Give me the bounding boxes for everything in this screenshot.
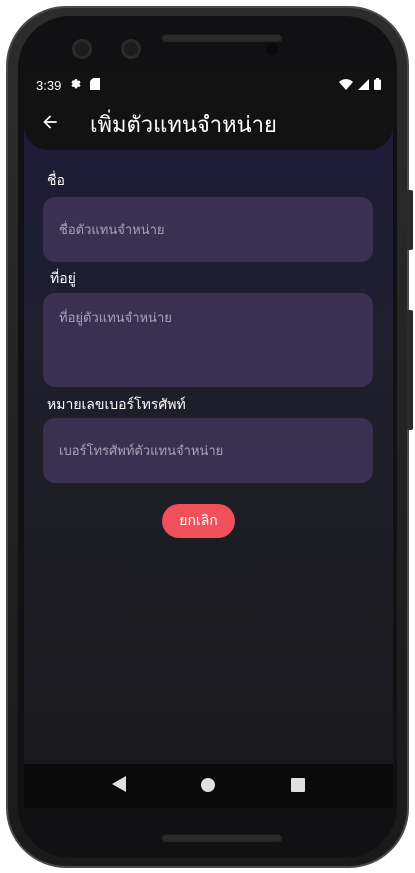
- battery-icon: [374, 77, 381, 93]
- front-camera: [72, 39, 92, 59]
- sd-card-icon: [90, 77, 101, 93]
- volume-button: [407, 310, 413, 430]
- wifi-icon: [339, 78, 353, 93]
- nav-back-button[interactable]: [99, 766, 139, 806]
- circle-home-icon: [201, 777, 216, 796]
- status-bar: 3:39: [24, 72, 393, 98]
- phone-field[interactable]: เบอร์โทรศัพท์ตัวแทนจำหน่าย: [43, 418, 373, 483]
- system-navigation-bar: [24, 764, 393, 808]
- earpiece-speaker: [161, 33, 283, 42]
- name-placeholder: ชื่อตัวแทนจำหน่าย: [59, 223, 165, 238]
- back-button[interactable]: [24, 98, 76, 150]
- gear-icon: [69, 77, 82, 93]
- address-placeholder: ที่อยู่ตัวแทนจำหน่าย: [59, 311, 172, 326]
- bottom-speaker: [161, 833, 283, 842]
- square-recents-icon: [291, 777, 306, 796]
- front-camera-secondary: [121, 39, 141, 59]
- power-button: [407, 190, 413, 250]
- proximity-sensor: [266, 43, 278, 55]
- cancel-button[interactable]: ยกเลิก: [162, 504, 235, 538]
- name-label: ชื่อ: [47, 173, 65, 189]
- address-field[interactable]: ที่อยู่ตัวแทนจำหน่าย: [43, 293, 373, 387]
- arrow-left-icon: [40, 112, 60, 136]
- nav-home-button[interactable]: [188, 766, 228, 806]
- nav-recents-button[interactable]: [278, 766, 318, 806]
- app-bar: เพิ่มตัวแทนจำหน่าย: [24, 98, 393, 150]
- phone-label: หมายเลขเบอร์โทรศัพท์: [47, 397, 186, 413]
- phone-placeholder: เบอร์โทรศัพท์ตัวแทนจำหน่าย: [59, 444, 224, 459]
- page-title: เพิ่มตัวแทนจำหน่าย: [90, 112, 277, 138]
- triangle-back-icon: [111, 776, 126, 796]
- signal-icon: [358, 78, 369, 93]
- status-time: 3:39: [36, 77, 62, 93]
- screen: 3:39 เพิ่มตัวแทนจำหน่าย ชื่อ ชื่อตัวแทนจ…: [24, 72, 393, 808]
- name-field[interactable]: ชื่อตัวแทนจำหน่าย: [43, 197, 373, 262]
- address-label: ที่อยู่: [50, 271, 76, 287]
